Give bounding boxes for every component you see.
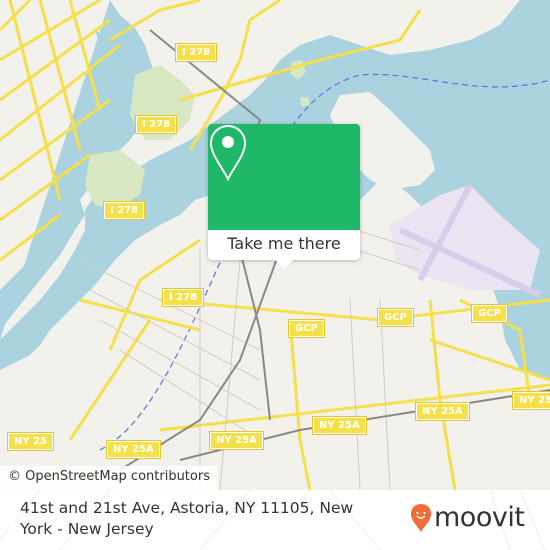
road-shield-ny25a: NY 25A: [312, 416, 367, 435]
popup-header: [208, 124, 360, 230]
moovit-logo[interactable]: moovit: [410, 502, 525, 533]
road-shield-ny25a: NY 25A: [209, 431, 264, 450]
road-shield-gcp: GCP: [288, 319, 325, 338]
map[interactable]: I 278 I 278 I 278 I 278 GCP GCP GCP NY 2…: [0, 0, 550, 490]
moovit-wordmark: moovit: [434, 502, 525, 533]
moovit-pin-icon: [411, 503, 431, 532]
map-attribution[interactable]: © OpenStreetMap contributors: [0, 466, 218, 490]
location-popup: Take me there: [208, 124, 360, 269]
road-shield-ny25a: NY 25A: [512, 391, 550, 410]
popup-tail: [274, 259, 294, 269]
road-shield-gcp: GCP: [377, 308, 414, 327]
road-shield-ny25a: NY 25A: [106, 440, 161, 459]
road-shield-i278: I 278: [161, 288, 205, 307]
road-shield-ny25a: NY 25A: [415, 402, 470, 421]
road-shield-i278: I 278: [134, 115, 178, 134]
address-text: 41st and 21st Ave, Astoria, NY 11105, Ne…: [20, 499, 354, 538]
road-shield-gcp: GCP: [471, 304, 508, 323]
road-shield-i278: I 278: [102, 201, 146, 220]
take-me-there-button[interactable]: Take me there: [208, 230, 360, 260]
road-shield-i278: I 278: [174, 43, 218, 62]
map-pin-icon: [209, 124, 247, 182]
road-shield-ny25: NY 25: [6, 432, 55, 451]
